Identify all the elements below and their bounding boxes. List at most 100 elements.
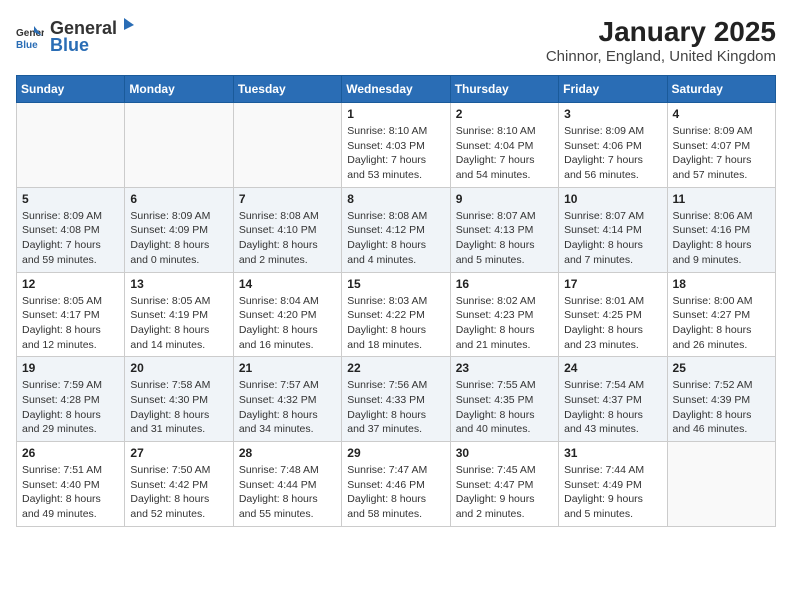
day-info: Sunrise: 7:51 AM Sunset: 4:40 PM Dayligh… (22, 463, 119, 522)
calendar-cell: 23Sunrise: 7:55 AM Sunset: 4:35 PM Dayli… (450, 357, 558, 442)
day-number: 25 (673, 361, 770, 375)
day-number: 4 (673, 107, 770, 121)
day-info: Sunrise: 7:45 AM Sunset: 4:47 PM Dayligh… (456, 463, 553, 522)
calendar-cell: 25 Sunrise: 7:52 AM Sunset: 4:39 PM Dayli… (667, 357, 775, 442)
calendar-cell: 6 Sunrise: 8:09 AM Sunset: 4:09 PM Daylig… (125, 187, 233, 272)
calendar-cell: 11 Sunrise: 8:06 AM Sunset: 4:16 PM Dayli… (667, 187, 775, 272)
day-info: Sunrise: 7:56 AM Sunset: 4:33 PM Dayligh… (347, 378, 444, 437)
day-info: Sunrise: 8:09 AM Sunset: 4:07 PM Dayligh… (673, 124, 770, 183)
day-number: 30 (456, 446, 553, 460)
subtitle: Chinnor, England, United Kingdom (546, 48, 776, 65)
day-number: 7 (239, 192, 336, 206)
calendar-cell: 14Sunrise: 8:04 AM Sunset: 4:20 PM Dayli… (233, 272, 341, 357)
day-number: 9 (456, 192, 553, 206)
header: General Blue General Blue January 2025 C… (16, 16, 776, 65)
calendar-cell: 20 Sunrise: 7:58 AM Sunset: 4:30 PM Dayli… (125, 357, 233, 442)
calendar: SundayMondayTuesdayWednesdayThursdayFrid… (16, 75, 776, 527)
day-number: 26 (22, 446, 119, 460)
day-info: Sunrise: 8:10 AM Sunset: 4:03 PM Dayligh… (347, 124, 444, 183)
day-number: 20 (130, 361, 227, 375)
main-title: January 2025 (546, 16, 776, 48)
day-info: Sunrise: 8:05 AM Sunset: 4:19 PM Dayligh… (130, 294, 227, 353)
calendar-cell: 15 Sunrise: 8:03 AM Sunset: 4:22 PM Dayli… (342, 272, 450, 357)
week-row-1: 1Sunrise: 8:10 AM Sunset: 4:03 PM Daylig… (17, 103, 776, 188)
day-header-sunday: Sunday (17, 76, 125, 103)
day-number: 16 (456, 277, 553, 291)
day-info: Sunrise: 8:07 AM Sunset: 4:14 PM Dayligh… (564, 209, 661, 268)
day-number: 3 (564, 107, 661, 121)
day-info: Sunrise: 7:52 AM Sunset: 4:39 PM Dayligh… (673, 378, 770, 437)
day-info: Sunrise: 7:59 AM Sunset: 4:28 PM Dayligh… (22, 378, 119, 437)
calendar-cell: 9Sunrise: 8:07 AM Sunset: 4:13 PM Daylig… (450, 187, 558, 272)
calendar-cell: 30 Sunrise: 7:45 AM Sunset: 4:47 PM Dayli… (450, 442, 558, 527)
calendar-cell (125, 103, 233, 188)
calendar-cell: 18 Sunrise: 8:00 AM Sunset: 4:27 PM Dayli… (667, 272, 775, 357)
day-header-wednesday: Wednesday (342, 76, 450, 103)
day-info: Sunrise: 8:06 AM Sunset: 4:16 PM Dayligh… (673, 209, 770, 268)
calendar-cell: 5Sunrise: 8:09 AM Sunset: 4:08 PM Daylig… (17, 187, 125, 272)
day-number: 23 (456, 361, 553, 375)
day-number: 31 (564, 446, 661, 460)
calendar-cell: 16 Sunrise: 8:02 AM Sunset: 4:23 PM Dayli… (450, 272, 558, 357)
calendar-cell: 19 Sunrise: 7:59 AM Sunset: 4:28 PM Dayli… (17, 357, 125, 442)
day-number: 27 (130, 446, 227, 460)
week-row-2: 5Sunrise: 8:09 AM Sunset: 4:08 PM Daylig… (17, 187, 776, 272)
day-info: Sunrise: 8:02 AM Sunset: 4:23 PM Dayligh… (456, 294, 553, 353)
day-info: Sunrise: 7:47 AM Sunset: 4:46 PM Dayligh… (347, 463, 444, 522)
calendar-cell (17, 103, 125, 188)
day-info: Sunrise: 7:50 AM Sunset: 4:42 PM Dayligh… (130, 463, 227, 522)
calendar-cell: 22 Sunrise: 7:56 AM Sunset: 4:33 PM Dayli… (342, 357, 450, 442)
calendar-cell: 10 Sunrise: 8:07 AM Sunset: 4:14 PM Dayli… (559, 187, 667, 272)
day-number: 15 (347, 277, 444, 291)
week-row-4: 19 Sunrise: 7:59 AM Sunset: 4:28 PM Dayli… (17, 357, 776, 442)
day-header-tuesday: Tuesday (233, 76, 341, 103)
week-row-3: 12Sunrise: 8:05 AM Sunset: 4:17 PM Dayli… (17, 272, 776, 357)
day-info: Sunrise: 7:58 AM Sunset: 4:30 PM Dayligh… (130, 378, 227, 437)
calendar-cell: 4 Sunrise: 8:09 AM Sunset: 4:07 PM Daylig… (667, 103, 775, 188)
day-number: 24 (564, 361, 661, 375)
calendar-cell (233, 103, 341, 188)
day-number: 6 (130, 192, 227, 206)
day-number: 12 (22, 277, 119, 291)
day-number: 14 (239, 277, 336, 291)
day-info: Sunrise: 8:08 AM Sunset: 4:10 PM Dayligh… (239, 209, 336, 268)
logo: General Blue General Blue (16, 16, 137, 56)
day-header-saturday: Saturday (667, 76, 775, 103)
svg-text:Blue: Blue (16, 40, 38, 50)
day-info: Sunrise: 7:57 AM Sunset: 4:32 PM Dayligh… (239, 378, 336, 437)
day-header-monday: Monday (125, 76, 233, 103)
day-info: Sunrise: 7:54 AM Sunset: 4:37 PM Dayligh… (564, 378, 661, 437)
day-number: 28 (239, 446, 336, 460)
logo-arrow (118, 16, 136, 34)
day-number: 22 (347, 361, 444, 375)
calendar-cell (667, 442, 775, 527)
calendar-cell: 2Sunrise: 8:10 AM Sunset: 4:04 PM Daylig… (450, 103, 558, 188)
calendar-cell: 7 Sunrise: 8:08 AM Sunset: 4:10 PM Daylig… (233, 187, 341, 272)
day-number: 10 (564, 192, 661, 206)
day-number: 2 (456, 107, 553, 121)
calendar-cell: 24 Sunrise: 7:54 AM Sunset: 4:37 PM Dayli… (559, 357, 667, 442)
calendar-cell: 8Sunrise: 8:08 AM Sunset: 4:12 PM Daylig… (342, 187, 450, 272)
calendar-header-row: SundayMondayTuesdayWednesdayThursdayFrid… (17, 76, 776, 103)
calendar-cell: 31Sunrise: 7:44 AM Sunset: 4:49 PM Dayli… (559, 442, 667, 527)
calendar-cell: 13 Sunrise: 8:05 AM Sunset: 4:19 PM Dayli… (125, 272, 233, 357)
day-info: Sunrise: 8:00 AM Sunset: 4:27 PM Dayligh… (673, 294, 770, 353)
calendar-cell: 17Sunrise: 8:01 AM Sunset: 4:25 PM Dayli… (559, 272, 667, 357)
calendar-cell: 12Sunrise: 8:05 AM Sunset: 4:17 PM Dayli… (17, 272, 125, 357)
day-number: 8 (347, 192, 444, 206)
day-number: 18 (673, 277, 770, 291)
day-info: Sunrise: 8:09 AM Sunset: 4:09 PM Dayligh… (130, 209, 227, 268)
calendar-cell: 29 Sunrise: 7:47 AM Sunset: 4:46 PM Dayli… (342, 442, 450, 527)
day-info: Sunrise: 8:09 AM Sunset: 4:06 PM Dayligh… (564, 124, 661, 183)
day-number: 19 (22, 361, 119, 375)
day-number: 11 (673, 192, 770, 206)
day-info: Sunrise: 8:09 AM Sunset: 4:08 PM Dayligh… (22, 209, 119, 268)
day-number: 13 (130, 277, 227, 291)
day-number: 17 (564, 277, 661, 291)
day-number: 29 (347, 446, 444, 460)
day-info: Sunrise: 8:03 AM Sunset: 4:22 PM Dayligh… (347, 294, 444, 353)
week-row-5: 26 Sunrise: 7:51 AM Sunset: 4:40 PM Dayli… (17, 442, 776, 527)
day-info: Sunrise: 7:48 AM Sunset: 4:44 PM Dayligh… (239, 463, 336, 522)
title-area: January 2025 Chinnor, England, United Ki… (546, 16, 776, 65)
calendar-cell: 27 Sunrise: 7:50 AM Sunset: 4:42 PM Dayli… (125, 442, 233, 527)
